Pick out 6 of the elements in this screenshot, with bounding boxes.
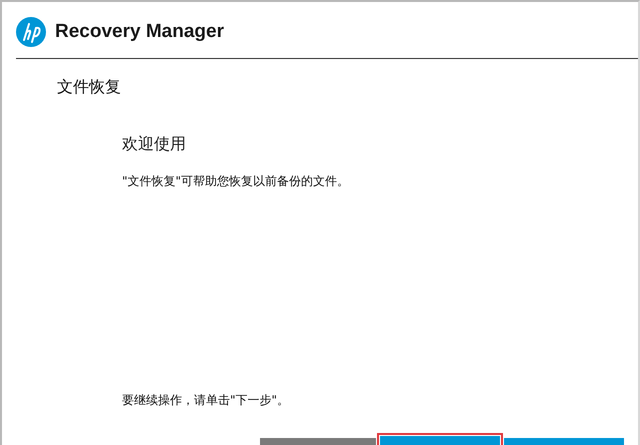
welcome-heading: 欢迎使用 [122,134,186,155]
description-text: "文件恢复"可帮助您恢复以前备份的文件。 [122,173,350,190]
window-title: Recovery Manager [55,21,224,43]
logo-icon [15,16,47,48]
section-title: 文件恢复 [57,77,122,98]
instruction-text: 要继续操作，请单击"下一步"。 [122,392,290,409]
